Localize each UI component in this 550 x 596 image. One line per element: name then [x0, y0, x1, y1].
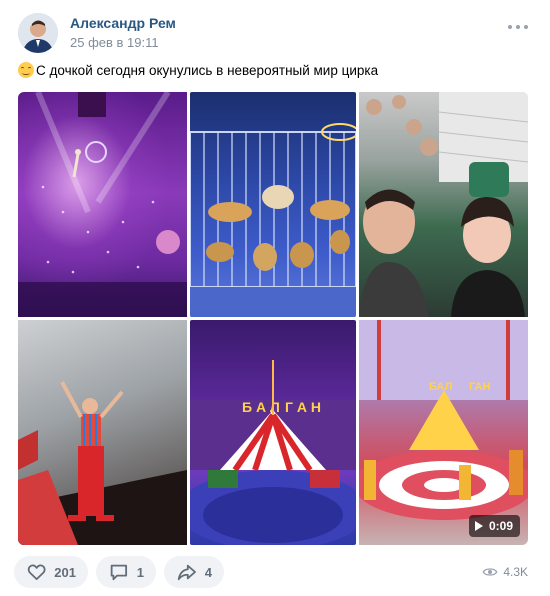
photo-6-illustration: БАЛ ГАН	[359, 320, 528, 520]
video-duration: 0:09	[488, 519, 513, 533]
like-button[interactable]: 201	[14, 556, 88, 588]
comment-icon	[110, 564, 128, 581]
photo-5-illustration: Б А Л Г А Н	[190, 360, 356, 545]
views-counter: 4.3K	[482, 564, 528, 580]
photo-4-illustration	[18, 381, 187, 545]
svg-text:Г А Н: Г А Н	[285, 399, 321, 415]
more-options-icon[interactable]	[508, 25, 528, 31]
video-duration-badge: 0:09	[468, 515, 520, 537]
photo-arena[interactable]: Б А Л Г А Н	[190, 320, 356, 545]
views-count: 4.3K	[503, 565, 528, 579]
photo-clown[interactable]	[18, 320, 187, 545]
smiling-hug-emoji-icon	[18, 62, 34, 78]
play-icon	[474, 521, 483, 531]
author-avatar[interactable]	[18, 13, 58, 53]
video-arena-performers[interactable]: БАЛ ГАН 0:09	[359, 320, 528, 545]
photo-aerial-acrobat[interactable]	[18, 92, 187, 317]
eye-icon	[482, 568, 498, 576]
author-name[interactable]: Александр Рем	[70, 15, 176, 31]
heart-icon	[27, 564, 46, 580]
comment-button[interactable]: 1	[96, 556, 156, 588]
photo-1-illustration	[18, 92, 187, 317]
post-text-content: С дочкой сегодня окунулись в невероятный…	[36, 62, 379, 78]
photo-tigers-cage[interactable]	[190, 92, 356, 317]
svg-text:БАЛ: БАЛ	[429, 381, 452, 393]
share-icon	[177, 564, 196, 581]
avatar-image	[18, 13, 58, 53]
post-date[interactable]: 25 фев в 19:11	[70, 35, 159, 50]
comments-count: 1	[136, 564, 144, 580]
photo-3-illustration	[359, 92, 528, 317]
photo-2-illustration	[190, 123, 356, 317]
post-text: С дочкой сегодня окунулись в невероятный…	[18, 62, 378, 78]
svg-text:ГАН: ГАН	[469, 381, 490, 393]
post-card: Александр Рем 25 фев в 19:11 С дочкой се…	[0, 0, 550, 596]
likes-count: 201	[54, 564, 76, 580]
svg-text:Б А Л: Б А Л	[242, 399, 280, 415]
photo-selfie[interactable]	[359, 92, 528, 317]
shares-count: 4	[204, 564, 212, 580]
share-button[interactable]: 4	[164, 556, 224, 588]
